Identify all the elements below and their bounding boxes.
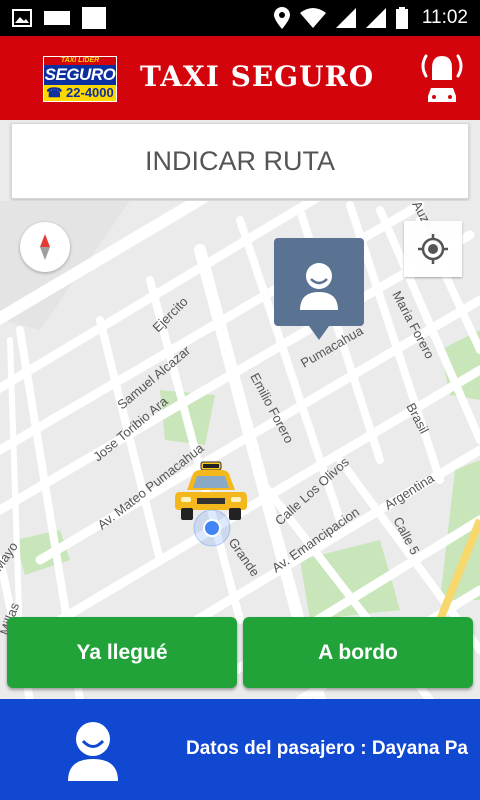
passenger-info-bar[interactable]: Datos del pasajero : Dayana Pa [0, 699, 480, 800]
onboard-button[interactable]: A bordo [243, 617, 473, 688]
route-button[interactable]: INDICAR RUTA [11, 123, 469, 199]
compass-button[interactable] [20, 222, 70, 272]
street-label: Argentina [382, 470, 438, 513]
arrived-button[interactable]: Ya llegué [7, 617, 237, 688]
status-bar: 11:02 [0, 0, 480, 36]
clock: 11:02 [421, 7, 468, 28]
app-title: TAXI SEGURO [140, 60, 375, 93]
signal-icon [335, 8, 356, 28]
passenger-details-text: Datos del pasajero : Dayana Pa [186, 738, 468, 759]
user-avatar-icon [68, 722, 118, 781]
signal-icon [365, 8, 386, 28]
battery-icon [395, 7, 408, 29]
image-icon [12, 9, 32, 27]
brand-logo: TAXI LIDER SEGURO ☎ 22-4000 [43, 56, 117, 102]
alarm-car-icon[interactable] [418, 50, 466, 106]
logo-brand-text: SEGURO [44, 65, 116, 84]
route-label: INDICAR RUTA [144, 145, 335, 176]
logo-phone-text: ☎ 22-4000 [44, 85, 116, 101]
current-location-dot [193, 509, 231, 547]
crosshair-icon [418, 234, 448, 264]
passenger-marker-icon[interactable] [274, 238, 364, 340]
location-icon [273, 7, 290, 29]
square-icon [82, 7, 106, 29]
rectangle-icon [44, 11, 70, 25]
compass-icon [40, 234, 50, 260]
wifi-icon [299, 8, 326, 28]
app-bar: TAXI LIDER SEGURO ☎ 22-4000 TAXI SEGURO [0, 36, 480, 120]
my-location-button[interactable] [404, 221, 462, 277]
